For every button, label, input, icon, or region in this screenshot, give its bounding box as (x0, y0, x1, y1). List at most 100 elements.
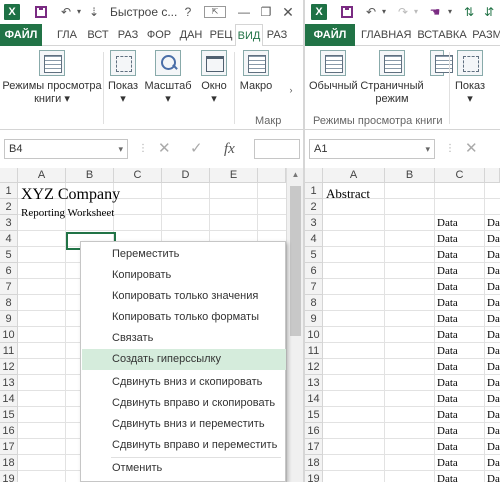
data-cell[interactable]: Data (437, 313, 458, 325)
row-header[interactable]: 10 (305, 327, 323, 343)
excel-app-icon[interactable]: X (311, 4, 327, 20)
save-icon[interactable] (341, 6, 353, 18)
tab-page-layout[interactable]: РАЗМ (471, 24, 500, 46)
data-cell[interactable]: Data (437, 377, 458, 389)
data-cell[interactable]: Data (487, 329, 500, 341)
menu-item-copy[interactable]: Копировать (82, 265, 286, 286)
row-header[interactable]: 5 (305, 247, 323, 263)
data-cell[interactable]: Data (437, 393, 458, 405)
ribbon-scroll-right-icon[interactable]: › (286, 82, 296, 98)
menu-item-shift-right-move[interactable]: Сдвинуть вправо и переместить (82, 435, 286, 456)
sort-icon[interactable]: ⇅ (461, 4, 477, 20)
data-cell[interactable]: Data (487, 345, 500, 357)
confirm-entry-icon[interactable]: ✓ (190, 139, 214, 159)
data-cell[interactable]: Data (487, 297, 500, 309)
macros-button[interactable]: Макро (236, 50, 276, 93)
row-header[interactable]: 1 (305, 183, 323, 199)
cancel-entry-icon[interactable]: ✕ (158, 139, 182, 159)
data-cell[interactable]: Data (487, 425, 500, 437)
select-all-corner[interactable] (0, 168, 18, 183)
data-cell[interactable]: Data (437, 329, 458, 341)
vertical-scrollbar[interactable]: ▲ (286, 168, 303, 482)
column-header[interactable] (258, 168, 286, 183)
touch-mode-icon[interactable]: ☚ (427, 4, 443, 20)
data-cell[interactable]: Data (437, 441, 458, 453)
row-header[interactable]: 17 (0, 439, 18, 455)
row-header[interactable]: 13 (305, 375, 323, 391)
column-header[interactable]: B (66, 168, 114, 183)
row-header[interactable]: 19 (0, 471, 18, 482)
tab-insert[interactable]: ВСТАВКА (417, 24, 467, 46)
worksheet-grid[interactable]: A B C 1234567891011121314151617181920 Ab… (305, 168, 500, 482)
data-cell[interactable]: Data (487, 233, 500, 245)
customize-toolbar-icon[interactable]: ⇣ (88, 4, 100, 20)
row-header[interactable]: 3 (305, 215, 323, 231)
row-header[interactable]: 1 (0, 183, 18, 199)
row-header[interactable]: 16 (305, 423, 323, 439)
row-header[interactable]: 7 (305, 279, 323, 295)
row-header[interactable]: 16 (0, 423, 18, 439)
menu-item-copy-formats[interactable]: Копировать только форматы (82, 307, 286, 328)
cancel-entry-icon[interactable]: ✕ (465, 139, 489, 159)
column-header[interactable]: D (162, 168, 210, 183)
menu-item-shift-right-copy[interactable]: Сдвинуть вправо и скопировать (82, 393, 286, 414)
page-layout-view-button[interactable] (427, 50, 453, 80)
data-cell[interactable]: Data (487, 217, 500, 229)
menu-item-cancel[interactable]: Отменить (82, 458, 286, 479)
window-button[interactable]: Окно ▾ (196, 50, 232, 106)
undo-dropdown-icon[interactable]: ▾ (74, 4, 84, 20)
row-header[interactable]: 12 (0, 359, 18, 375)
row-header[interactable]: 12 (305, 359, 323, 375)
data-cell[interactable]: Data (487, 361, 500, 373)
tab-view[interactable]: ВИД (235, 24, 263, 47)
row-header[interactable]: 2 (305, 199, 323, 215)
row-header[interactable]: 8 (0, 295, 18, 311)
row-header[interactable]: 11 (305, 343, 323, 359)
row-header[interactable]: 5 (0, 247, 18, 263)
maximize-icon[interactable]: ❐ (258, 4, 274, 20)
row-header[interactable]: 14 (0, 391, 18, 407)
row-header[interactable]: 3 (0, 215, 18, 231)
scroll-up-icon[interactable]: ▲ (287, 168, 303, 182)
data-cell[interactable]: Data (437, 457, 458, 469)
row-header[interactable]: 14 (305, 391, 323, 407)
tab-insert[interactable]: ВСТ (84, 24, 112, 46)
data-cell[interactable]: Data (487, 265, 500, 277)
undo-dropdown-icon[interactable]: ▾ (379, 4, 389, 20)
touch-mode-dropdown-icon[interactable]: ▾ (445, 4, 455, 20)
help-icon[interactable]: ? (178, 4, 198, 20)
workbook-views-button[interactable]: Режимы просмотра книги ▾ (2, 50, 102, 106)
page-break-view-button[interactable]: Страничный режим (359, 50, 425, 106)
row-header[interactable]: 7 (0, 279, 18, 295)
row-header[interactable]: 15 (305, 407, 323, 423)
column-header[interactable] (485, 168, 500, 183)
row-header[interactable]: 8 (305, 295, 323, 311)
name-box-dropdown-icon[interactable]: ▾ (425, 140, 430, 158)
tab-home[interactable]: ГЛА (54, 24, 80, 46)
menu-item-link[interactable]: Связать (82, 328, 286, 349)
tab-developer[interactable]: РАЗ (264, 24, 290, 46)
cell-a2[interactable]: Reporting Worksheet (21, 207, 114, 219)
tab-home[interactable]: ГЛАВНАЯ (361, 24, 411, 46)
insert-function-icon[interactable]: fx (224, 139, 248, 159)
show-button[interactable]: Показ ▾ (452, 50, 488, 106)
redo-dropdown-icon[interactable]: ▾ (411, 4, 421, 20)
row-header[interactable]: 19 (305, 471, 323, 482)
menu-item-copy-values[interactable]: Копировать только значения (82, 286, 286, 307)
redo-icon[interactable]: ↷ (395, 4, 411, 20)
data-cell[interactable]: Data (487, 313, 500, 325)
tab-file[interactable]: ФАЙЛ (305, 24, 355, 46)
name-box[interactable]: B4 ▾ (4, 139, 128, 159)
undo-icon[interactable]: ↶ (363, 4, 379, 20)
row-header[interactable]: 13 (0, 375, 18, 391)
data-cell[interactable]: Data (437, 297, 458, 309)
excel-app-icon[interactable]: X (4, 4, 20, 20)
data-cell[interactable]: Data (487, 441, 500, 453)
tab-page-layout[interactable]: РАЗ (114, 24, 142, 46)
row-header[interactable]: 18 (0, 455, 18, 471)
zoom-button[interactable]: Масштаб ▾ (143, 50, 193, 106)
column-header[interactable]: E (210, 168, 258, 183)
data-cell[interactable]: Data (487, 409, 500, 421)
minimize-icon[interactable]: — (236, 4, 252, 20)
column-header[interactable]: A (323, 168, 385, 183)
